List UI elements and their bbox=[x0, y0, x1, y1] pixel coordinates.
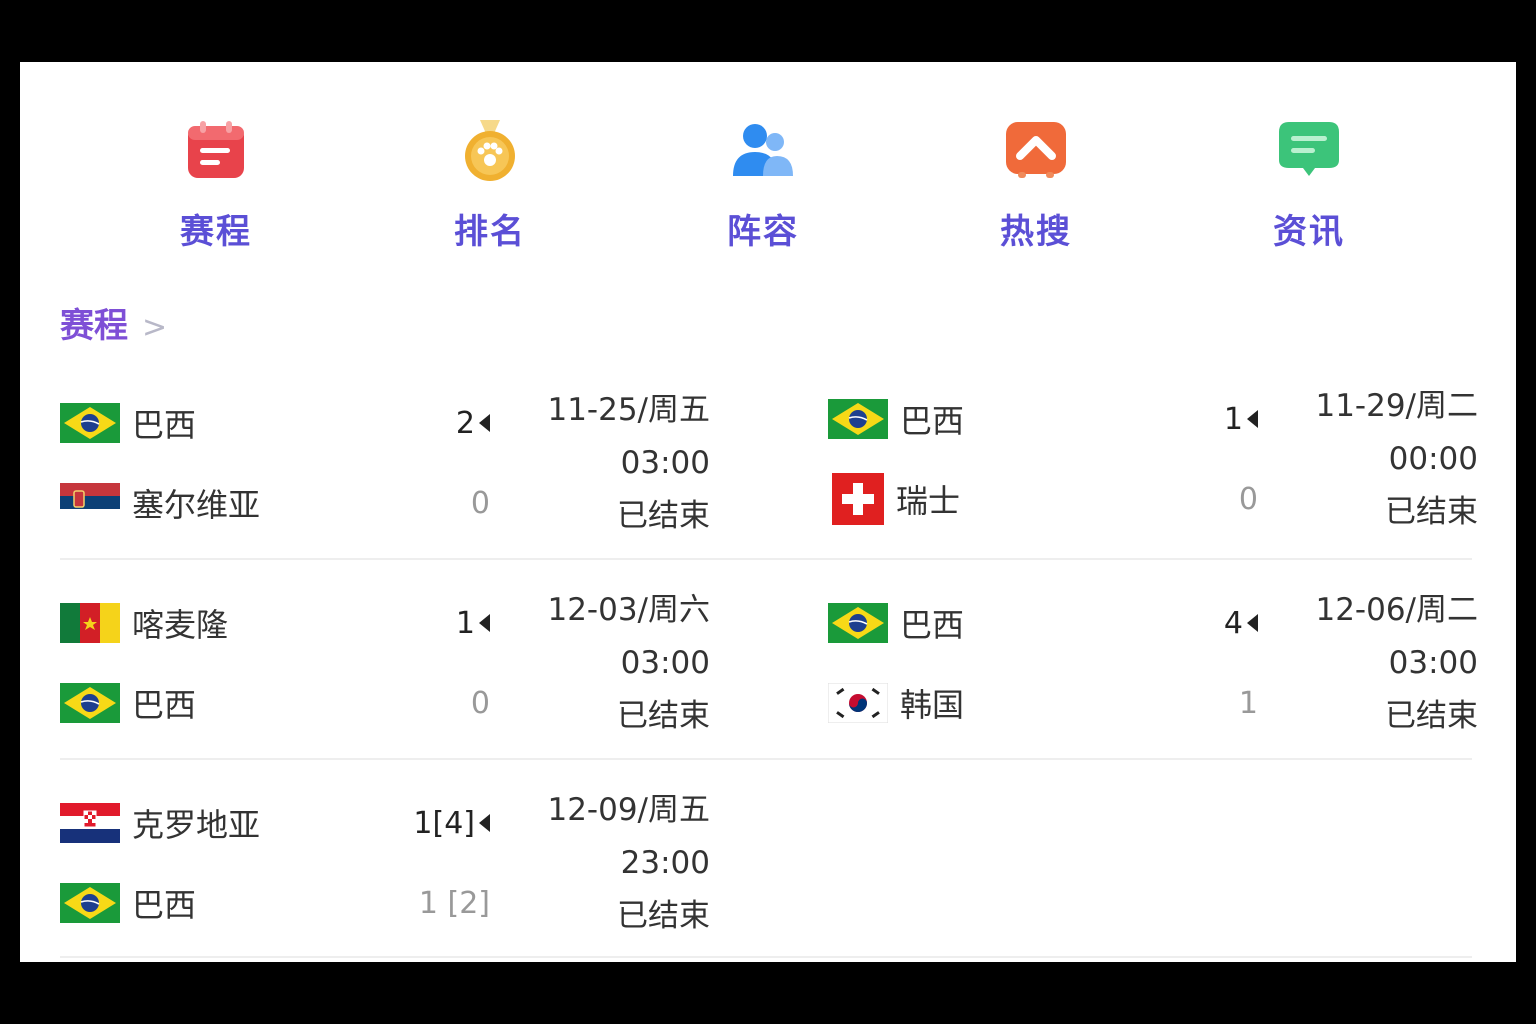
team-row: 巴西 bbox=[60, 678, 196, 728]
team-name: 韩国 bbox=[900, 686, 965, 724]
winner-arrow-icon bbox=[479, 414, 490, 432]
match-status: 已结束 bbox=[617, 498, 710, 534]
match-meta: 12-06/周二 03:00 已结束 bbox=[1315, 584, 1478, 743]
score-winner: 2 bbox=[456, 398, 490, 448]
team-name: 巴西 bbox=[132, 406, 197, 444]
winner-arrow-icon bbox=[1247, 614, 1258, 632]
people-icon bbox=[733, 124, 793, 176]
medal-icon bbox=[465, 120, 515, 181]
match-meta: 12-09/周五 23:00 已结束 bbox=[547, 784, 710, 943]
team-name: 瑞士 bbox=[896, 482, 961, 520]
winner-arrow-icon bbox=[479, 814, 490, 832]
message-icon bbox=[1279, 122, 1339, 176]
score: 1 [2] bbox=[418, 885, 490, 921]
match-status: 已结束 bbox=[617, 698, 710, 734]
match-date: 12-06/周二 bbox=[1315, 592, 1478, 628]
brazil-flag-icon bbox=[828, 603, 888, 643]
team-name: 巴西 bbox=[132, 886, 197, 924]
match-date: 12-03/周六 bbox=[547, 592, 710, 628]
match-meta: 11-25/周五 03:00 已结束 bbox=[547, 384, 710, 543]
team-row: 巴西 bbox=[60, 878, 196, 928]
team-row: 巴西 bbox=[60, 398, 196, 448]
divider bbox=[60, 758, 1472, 760]
winner-arrow-icon bbox=[1247, 410, 1258, 428]
cameroon-flag-icon bbox=[60, 603, 120, 643]
team-row: 克罗地亚 bbox=[60, 798, 260, 848]
match-card[interactable]: 巴西 韩国 4 1 12-06/周二 03:00 已结束 bbox=[828, 592, 1478, 762]
team-row: 瑞士 bbox=[828, 473, 961, 525]
brazil-flag-icon bbox=[828, 399, 888, 439]
brazil-flag-icon bbox=[60, 683, 120, 723]
hot-search-icon bbox=[1006, 122, 1066, 178]
match-meta: 12-03/周六 03:00 已结束 bbox=[547, 584, 710, 743]
match-status: 已结束 bbox=[1385, 494, 1478, 530]
match-date: 12-09/周五 bbox=[547, 792, 710, 828]
divider bbox=[60, 558, 1472, 560]
team-name: 喀麦隆 bbox=[132, 606, 229, 644]
match-date: 11-25/周五 bbox=[547, 392, 710, 428]
nav-label: 资讯 bbox=[1273, 212, 1345, 252]
korea-flag-icon bbox=[828, 683, 888, 723]
nav-hot-search[interactable]: 热搜 bbox=[966, 118, 1106, 253]
chevron-right-icon: > bbox=[142, 310, 168, 345]
score-winner: 1 bbox=[1224, 394, 1258, 444]
divider bbox=[60, 956, 1472, 958]
score-winner: 1 bbox=[456, 598, 490, 648]
nav-label: 赛程 bbox=[180, 212, 252, 252]
match-date: 11-29/周二 bbox=[1315, 388, 1478, 424]
brazil-flag-icon bbox=[60, 883, 120, 923]
match-status: 已结束 bbox=[617, 898, 710, 934]
team-name: 巴西 bbox=[900, 402, 965, 440]
nav-schedule[interactable]: 赛程 bbox=[146, 118, 286, 253]
score: 0 bbox=[1238, 481, 1258, 517]
brazil-flag-icon bbox=[60, 403, 120, 443]
nav-news[interactable]: 资讯 bbox=[1239, 118, 1379, 253]
team-name: 巴西 bbox=[132, 686, 197, 724]
team-name: 克罗地亚 bbox=[132, 806, 261, 844]
nav-label: 阵容 bbox=[727, 212, 799, 252]
score: 0 bbox=[470, 485, 490, 521]
match-card[interactable]: 巴西 瑞士 1 0 11-29/周二 00:00 已结束 bbox=[828, 388, 1478, 558]
team-row: 巴西 bbox=[828, 598, 964, 648]
team-name: 塞尔维亚 bbox=[132, 486, 261, 524]
team-name: 巴西 bbox=[900, 606, 965, 644]
match-time: 23:00 bbox=[620, 845, 710, 881]
team-row: 喀麦隆 bbox=[60, 598, 228, 648]
team-row: 塞尔维亚 bbox=[60, 478, 260, 528]
schedule-card: 赛程 排名 阵容 热搜 资讯 赛程 > 巴西 塞尔维亚 2 0 11-25/周五… bbox=[20, 62, 1516, 962]
nav-label: 排名 bbox=[454, 212, 526, 252]
match-status: 已结束 bbox=[1385, 698, 1478, 734]
croatia-flag-icon bbox=[60, 803, 120, 843]
score-winner: 1[4] bbox=[413, 798, 490, 848]
match-time: 03:00 bbox=[620, 445, 710, 481]
match-card[interactable]: 巴西 塞尔维亚 2 0 11-25/周五 03:00 已结束 bbox=[60, 392, 710, 562]
score-winner: 4 bbox=[1224, 598, 1258, 648]
nav-label: 热搜 bbox=[1000, 212, 1072, 252]
section-title-schedule[interactable]: 赛程 > bbox=[60, 298, 167, 347]
winner-arrow-icon bbox=[479, 614, 490, 632]
nav-ranking[interactable]: 排名 bbox=[420, 118, 560, 253]
top-nav: 赛程 排名 阵容 热搜 资讯 bbox=[20, 62, 1516, 282]
section-title-text: 赛程 bbox=[60, 306, 128, 346]
team-row: 巴西 bbox=[828, 394, 964, 444]
calendar-icon bbox=[188, 121, 244, 178]
nav-lineup[interactable]: 阵容 bbox=[693, 118, 833, 253]
score: 1 bbox=[1238, 685, 1258, 721]
match-time: 00:00 bbox=[1388, 441, 1478, 477]
match-card[interactable]: 克罗地亚 巴西 1[4] 1 [2] 12-09/周五 23:00 已结束 bbox=[60, 792, 710, 962]
serbia-flag-icon bbox=[60, 483, 120, 523]
score: 0 bbox=[470, 685, 490, 721]
team-row: 韩国 bbox=[828, 678, 964, 728]
match-time: 03:00 bbox=[1388, 645, 1478, 681]
match-meta: 11-29/周二 00:00 已结束 bbox=[1315, 380, 1478, 539]
match-card[interactable]: 喀麦隆 巴西 1 0 12-03/周六 03:00 已结束 bbox=[60, 592, 710, 762]
switzerland-flag-icon bbox=[832, 473, 884, 525]
match-time: 03:00 bbox=[620, 645, 710, 681]
